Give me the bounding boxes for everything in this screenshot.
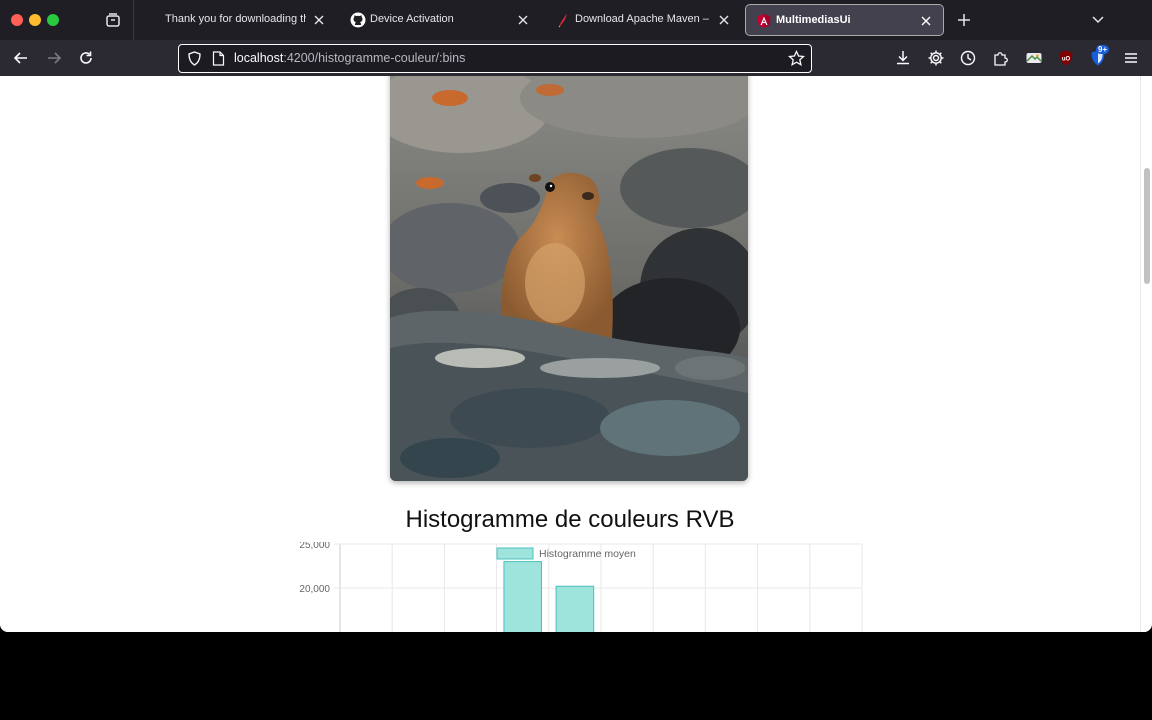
- maven-feather-icon: [558, 14, 567, 28]
- extension-landscape-icon[interactable]: [1025, 49, 1043, 67]
- tab-thank-you[interactable]: Thank you for downloading the: [144, 4, 336, 36]
- ground-squirrel-photo: [390, 76, 748, 481]
- scrollbar-thumb[interactable]: [1144, 168, 1150, 284]
- tab-title: Download Apache Maven – Mav: [575, 13, 711, 25]
- url-text[interactable]: localhost:4200/histogramme-couleur/:bins: [234, 51, 465, 65]
- navigation-toolbar: localhost:4200/histogramme-couleur/:bins…: [0, 40, 1152, 76]
- downloads-icon[interactable]: [894, 49, 912, 67]
- extension-badge: 9+: [1096, 45, 1110, 54]
- tab-strip: Thank you for downloading the Device Act…: [0, 0, 1152, 40]
- url-path: :4200/histogramme-couleur/:bins: [283, 51, 466, 65]
- bookmark-star-icon[interactable]: [788, 50, 805, 67]
- legend-swatch: [496, 547, 534, 560]
- page-info-icon[interactable]: [212, 51, 225, 66]
- photo-illustration: [390, 76, 748, 481]
- tab-apache-maven[interactable]: Download Apache Maven – Mav: [545, 4, 741, 36]
- page-title: Histogramme de couleurs RVB: [405, 506, 735, 533]
- tracking-shield-icon[interactable]: [187, 51, 202, 66]
- tab-title: MultimediasUi: [776, 14, 851, 26]
- url-host: localhost: [234, 51, 284, 65]
- histogram-bar[interactable]: [503, 561, 542, 632]
- browser-window: Thank you for downloading the Device Act…: [0, 0, 1152, 632]
- new-tab-icon[interactable]: [956, 12, 972, 28]
- close-tab-icon[interactable]: [312, 13, 326, 27]
- ublock-origin-icon[interactable]: uO: [1057, 49, 1075, 67]
- chevron-down-icon[interactable]: [1090, 13, 1106, 27]
- forward-arrow-icon[interactable]: [45, 49, 63, 67]
- close-tab-icon[interactable]: [516, 13, 530, 27]
- svg-text:uO: uO: [1062, 57, 1071, 63]
- histogram-svg: Histogramme moyen 25,000 20,000: [299, 542, 863, 632]
- legend-label: Histogramme moyen: [539, 548, 636, 560]
- reload-icon[interactable]: [77, 49, 95, 67]
- vertical-scrollbar[interactable]: [1140, 76, 1152, 632]
- tab-title: Device Activation: [370, 13, 454, 25]
- close-tab-icon[interactable]: [717, 13, 731, 27]
- window-minimize-button[interactable]: [29, 14, 41, 26]
- page-content: Histogramme de couleurs RVB Histogramme …: [0, 76, 1140, 632]
- github-icon: [350, 12, 366, 28]
- window-close-button[interactable]: [11, 14, 23, 26]
- angular-icon: [757, 14, 771, 28]
- y-tick-label: 20,000: [299, 584, 330, 595]
- tab-title: Thank you for downloading the: [165, 13, 306, 25]
- tab-multimediasui[interactable]: MultimediasUi: [745, 4, 944, 36]
- rgb-histogram-chart: Histogramme moyen 25,000 20,000: [280, 542, 880, 632]
- history-clock-icon[interactable]: [959, 49, 977, 67]
- window-maximize-button[interactable]: [47, 14, 59, 26]
- y-tick-label: 25,000: [299, 542, 330, 551]
- hamburger-menu-icon[interactable]: [1122, 49, 1140, 67]
- chart-legend[interactable]: Histogramme moyen: [496, 547, 636, 560]
- extensions-puzzle-icon[interactable]: [992, 49, 1010, 67]
- bitwarden-extension[interactable]: 9+: [1089, 45, 1111, 67]
- strip-divider: [133, 0, 134, 40]
- gear-icon[interactable]: [927, 49, 945, 67]
- back-arrow-icon[interactable]: [12, 49, 30, 67]
- tab-overview-icon[interactable]: [104, 11, 122, 29]
- close-tab-icon[interactable]: [919, 14, 933, 28]
- address-bar[interactable]: localhost:4200/histogramme-couleur/:bins: [178, 44, 812, 73]
- tab-device-activation[interactable]: Device Activation: [340, 4, 540, 36]
- histogram-bar[interactable]: [555, 585, 595, 632]
